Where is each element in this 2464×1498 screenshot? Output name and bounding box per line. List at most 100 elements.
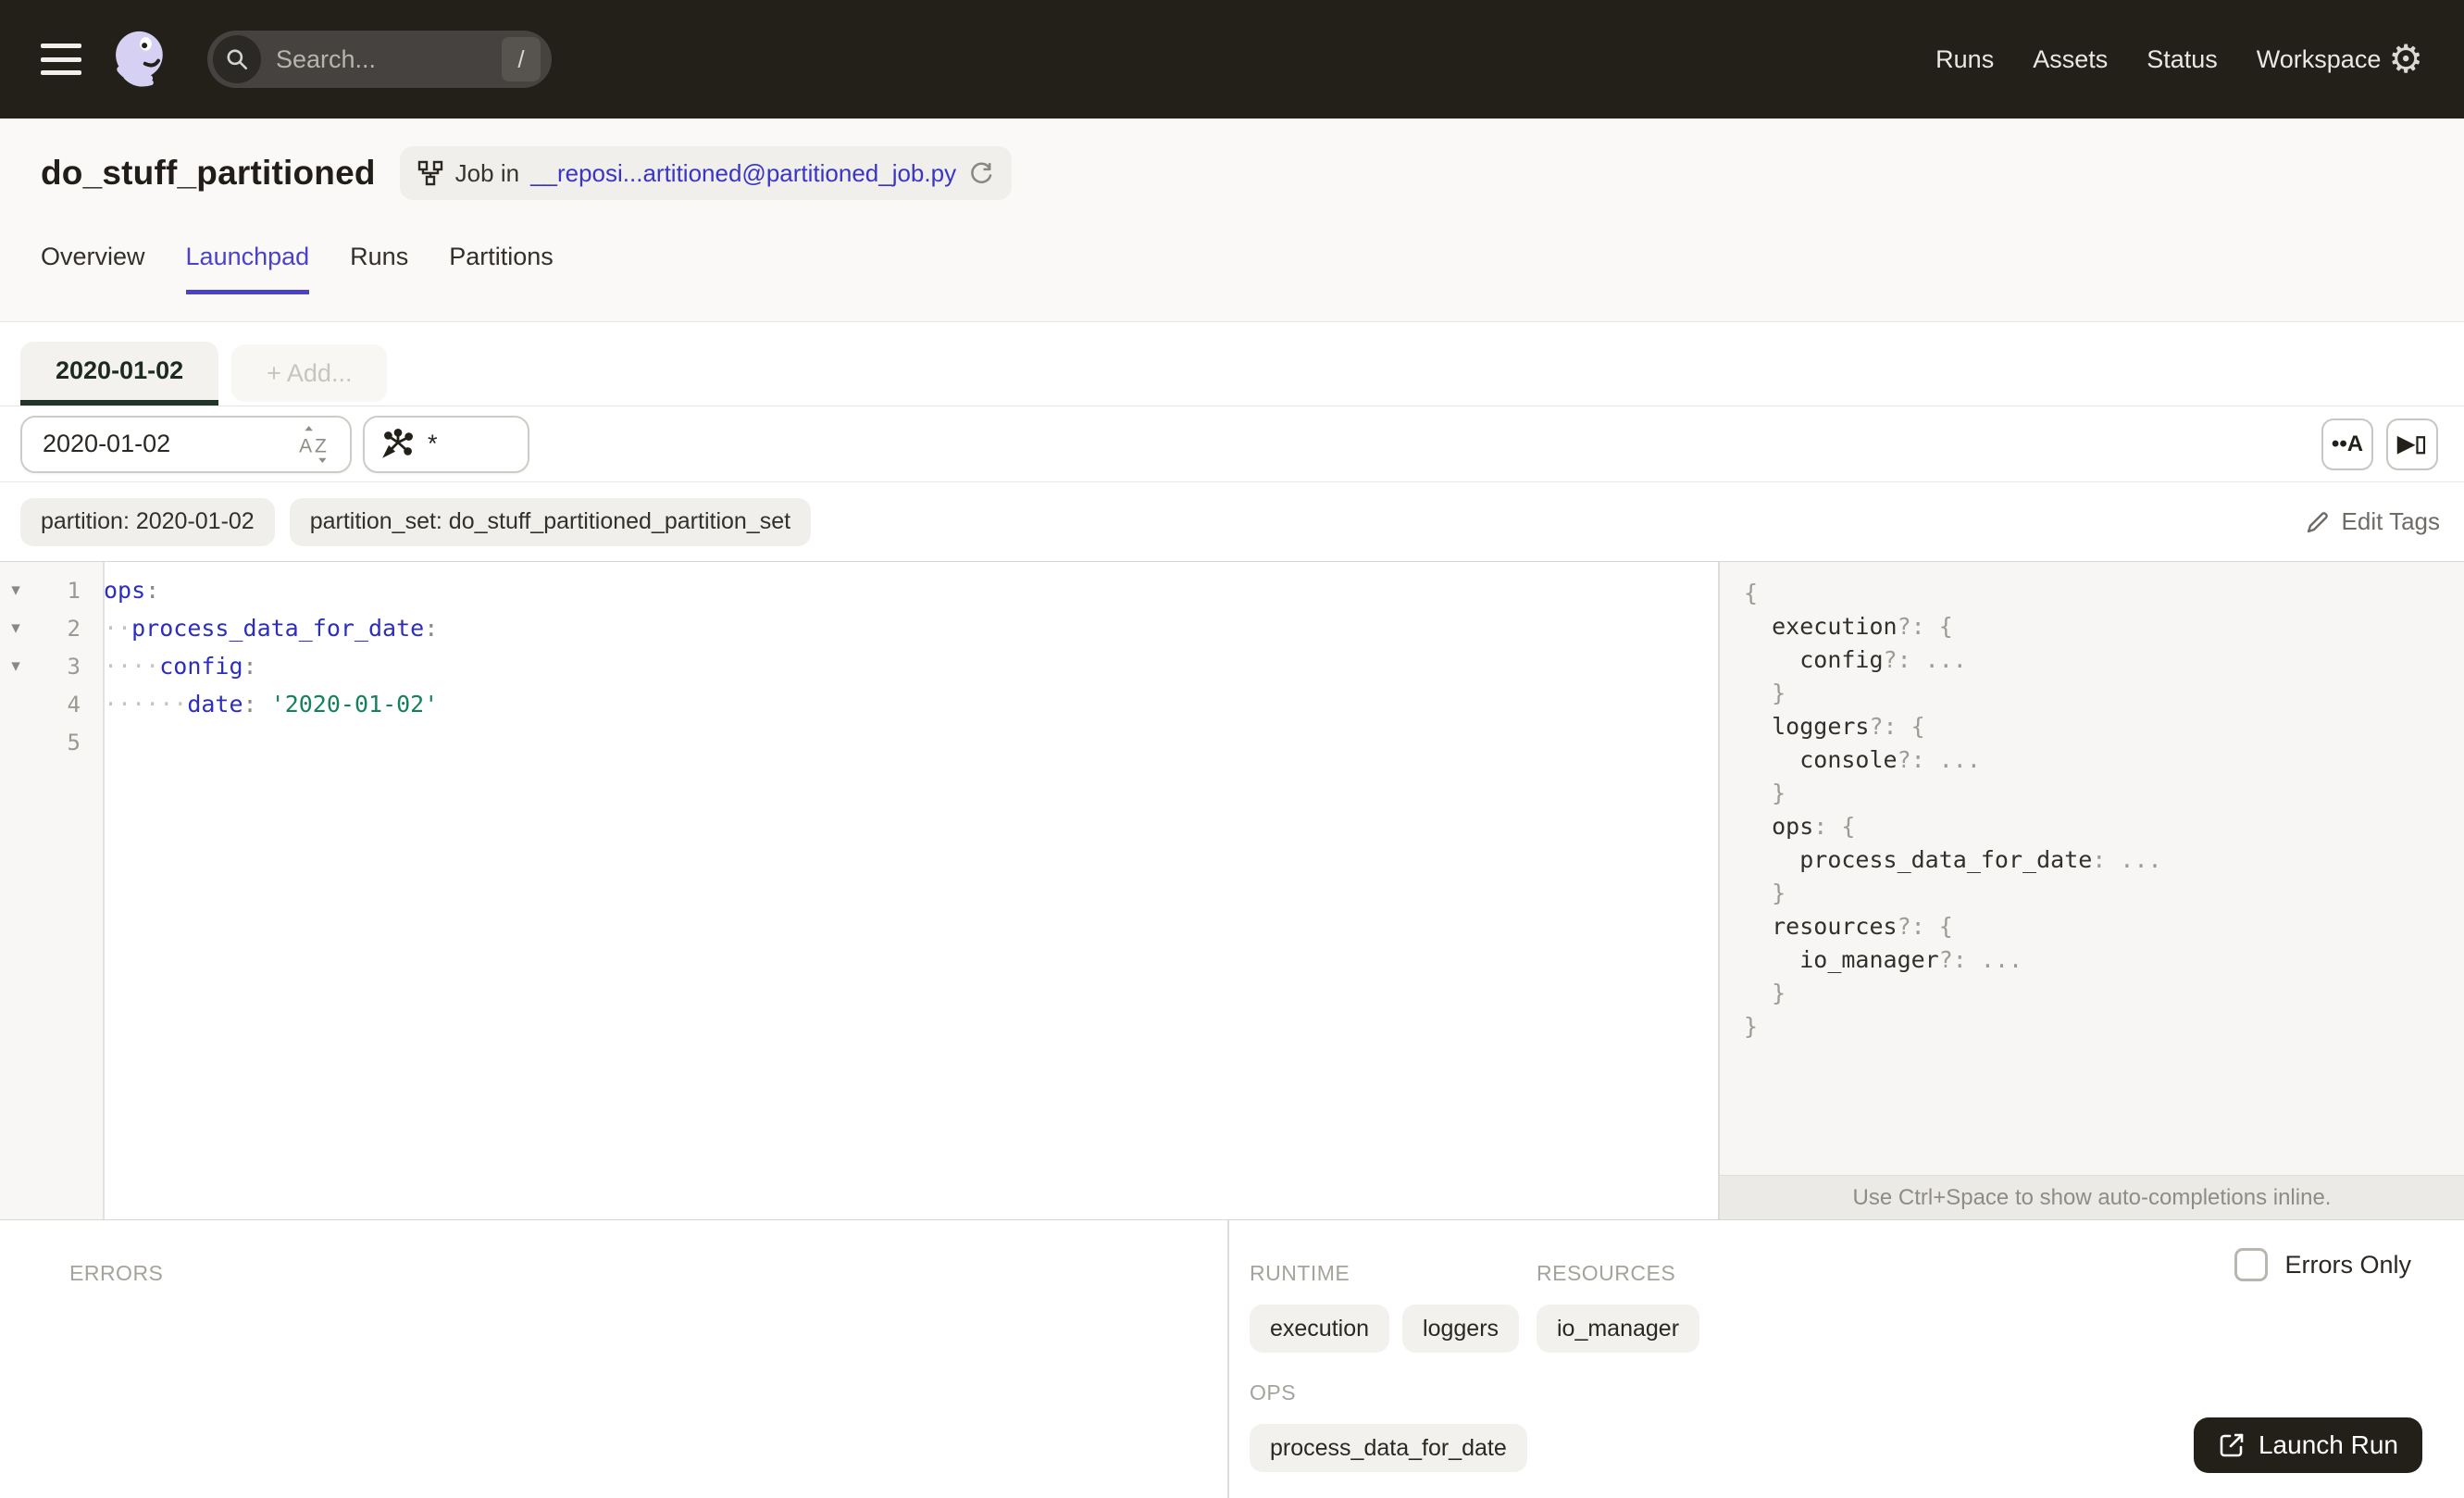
- chip-loggers[interactable]: loggers: [1402, 1305, 1520, 1353]
- tab-partitions[interactable]: Partitions: [449, 243, 554, 294]
- workflow-icon: [417, 160, 442, 186]
- autocomplete-hint: Use Ctrl+Space to show auto-completions …: [1720, 1175, 2464, 1219]
- tab-overview[interactable]: Overview: [41, 243, 145, 294]
- chip-row: execution loggers: [1250, 1305, 1537, 1353]
- fold-arrow-icon[interactable]: ▾: [0, 580, 31, 601]
- chip-execution[interactable]: execution: [1250, 1305, 1390, 1353]
- schema-line: }: [1744, 977, 2464, 1010]
- tab-runs[interactable]: Runs: [350, 243, 408, 294]
- schema-token: [1744, 680, 1772, 706]
- partition-input[interactable]: 2020-01-02 A Z: [20, 415, 352, 473]
- config-editor[interactable]: ▾ 1 ops: ▾ 2 ··process_data_for_date: ▾ 3 ····co…: [0, 562, 1718, 1219]
- schema-line: loggers?: {: [1744, 710, 2464, 743]
- code-token: :: [424, 615, 439, 642]
- errors-only-toggle[interactable]: Errors Only: [2234, 1248, 2411, 1281]
- code-token: process_data_for_date: [131, 615, 425, 642]
- schema-token: ?: ...: [1938, 946, 2023, 973]
- op-selector-input[interactable]: *: [363, 415, 529, 473]
- job-file-link[interactable]: __reposi...artitioned@partitioned_job.py: [530, 159, 956, 188]
- config-group-runtime: RUNTIME execution loggers: [1250, 1261, 1537, 1353]
- schema-token: ?: {: [1897, 913, 1953, 940]
- errors-label: ERRORS: [69, 1261, 164, 1285]
- schema-token: [1744, 846, 1799, 873]
- nav-link-status[interactable]: Status: [2147, 45, 2218, 74]
- schema-token: ?: ...: [1883, 646, 1967, 673]
- errors-pane: ERRORS: [0, 1220, 1229, 1498]
- editor-line: ▾ 3 ····config:: [0, 647, 1718, 685]
- schema-line: process_data_for_date: ...: [1744, 843, 2464, 877]
- config-tab-partition[interactable]: 2020-01-02: [20, 342, 219, 406]
- add-config-tab-button[interactable]: + Add...: [231, 344, 388, 402]
- show-whitespace-icon[interactable]: ••A: [2321, 418, 2373, 470]
- schema-token: ?: {: [1869, 713, 1925, 740]
- scaffold-config-icon[interactable]: ▶▯: [2386, 418, 2438, 470]
- fold-arrow-icon[interactable]: ▾: [0, 618, 31, 639]
- tab-launchpad[interactable]: Launchpad: [185, 243, 310, 294]
- line-number: 1: [67, 577, 81, 604]
- fold-arrow-icon[interactable]: ▾: [0, 655, 31, 677]
- code-token: :: [243, 691, 257, 718]
- search-shortcut-badge: /: [502, 37, 541, 81]
- code-token: :: [145, 577, 160, 604]
- config-schema: { execution?: { config?: ... } loggers?:…: [1720, 562, 2464, 1175]
- job-tabs: Overview Launchpad Runs Partitions: [41, 243, 2464, 294]
- tag-pill: partition_set: do_stuff_partitioned_part…: [289, 497, 812, 546]
- job-badge-prefix: Job in: [454, 158, 520, 187]
- launchpad-config-tabs: 2020-01-02 + Add...: [0, 322, 2464, 406]
- hamburger-menu-icon[interactable]: [41, 44, 81, 75]
- code-text: ops:: [93, 577, 159, 604]
- schema-token: execution: [1772, 613, 1898, 640]
- gear-icon[interactable]: ⚙: [2388, 40, 2423, 79]
- schema-token: [1744, 913, 1772, 940]
- editor-line: 5: [0, 723, 1718, 761]
- line-number: 5: [67, 729, 81, 755]
- schema-line: io_manager?: ...: [1744, 943, 2464, 977]
- code-token: ····: [104, 653, 160, 680]
- partition-input-value: 2020-01-02: [43, 430, 171, 457]
- svg-text:A: A: [299, 435, 312, 456]
- code-token: '2020-01-02': [270, 691, 439, 718]
- svg-text:Z: Z: [315, 435, 327, 456]
- code-text: ····config:: [93, 653, 257, 680]
- schema-token: ?: ...: [1897, 746, 1981, 773]
- schema-token: [1744, 946, 1799, 973]
- edit-tags-button[interactable]: Edit Tags: [2305, 507, 2440, 536]
- launchpad-controls: 2020-01-02 A Z * ••A ▶▯: [0, 406, 2464, 482]
- code-token: ······: [104, 691, 188, 718]
- sort-az-icon[interactable]: A Z: [296, 425, 335, 464]
- schema-token: resources: [1772, 913, 1898, 940]
- launch-run-button[interactable]: Launch Run: [2193, 1417, 2422, 1473]
- schema-token: [1744, 980, 1772, 1006]
- tag-pills: partition: 2020-01-02 partition_set: do_s…: [20, 497, 826, 546]
- schema-line: config?: ...: [1744, 643, 2464, 677]
- nav-link-assets[interactable]: Assets: [2033, 45, 2108, 74]
- reload-icon[interactable]: [967, 159, 995, 187]
- schema-line: }: [1744, 877, 2464, 910]
- schema-line: console?: ...: [1744, 743, 2464, 777]
- top-nav: Runs Assets Status Workspace: [1935, 45, 2381, 74]
- schema-line: resources?: {: [1744, 910, 2464, 943]
- chip-io_manager[interactable]: io_manager: [1537, 1305, 1700, 1353]
- code-token: ··: [104, 615, 132, 642]
- config-group-ops: OPS process_data_for_date: [1250, 1380, 1537, 1472]
- edit-tags-label: Edit Tags: [2341, 507, 2440, 535]
- nav-link-workspace[interactable]: Workspace: [2257, 45, 2382, 74]
- code-token: config: [159, 653, 243, 680]
- errors-only-checkbox[interactable]: [2234, 1248, 2269, 1281]
- code-token: ops: [104, 577, 146, 604]
- line-number: 2: [67, 615, 81, 642]
- schema-line: }: [1744, 1010, 2464, 1043]
- nav-link-runs[interactable]: Runs: [1935, 45, 1994, 74]
- schema-token: [1744, 746, 1799, 773]
- schema-token: io_manager: [1799, 946, 1939, 973]
- schema-token: console: [1799, 746, 1898, 773]
- schema-line: ops: {: [1744, 810, 2464, 843]
- schema-line: }: [1744, 677, 2464, 710]
- chip-process_data_for_date[interactable]: process_data_for_date: [1250, 1424, 1527, 1472]
- search-input[interactable]: Search... /: [207, 31, 552, 88]
- dagster-logo[interactable]: [106, 24, 176, 94]
- pencil-icon: [2307, 511, 2328, 532]
- schema-token: config: [1799, 646, 1884, 673]
- page-title: do_stuff_partitioned: [41, 154, 376, 192]
- schema-token: }: [1772, 780, 1786, 806]
